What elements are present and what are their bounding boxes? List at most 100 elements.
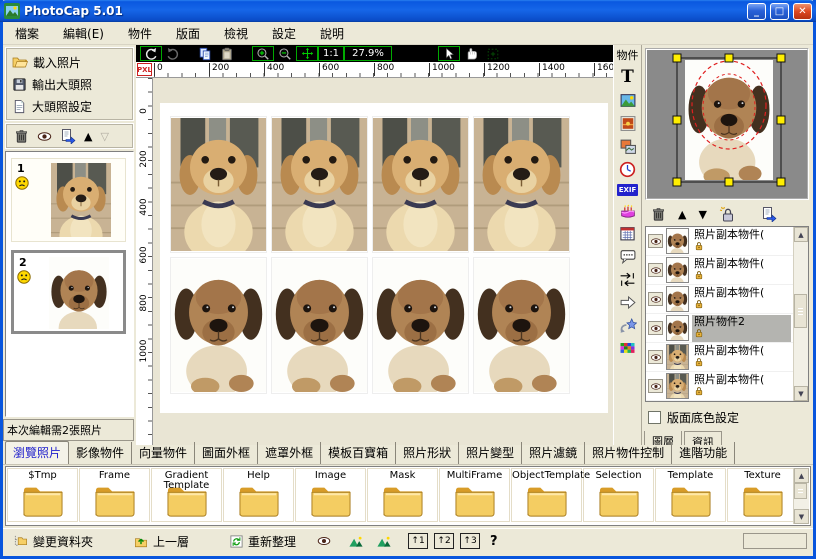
tab-image-objects[interactable]: 影像物件 — [69, 442, 132, 464]
zoom-level-value[interactable]: 27.9% — [344, 46, 392, 61]
tab-picture-frames[interactable]: 圖面外框 — [195, 442, 258, 464]
folder-multiframe[interactable]: MultiFrame — [439, 468, 510, 522]
layer-visibility-toggle[interactable] — [648, 234, 663, 248]
photo-item-2-selected[interactable]: 2 — [11, 250, 126, 334]
text-tool-button[interactable]: T — [621, 69, 634, 86]
zoom-out-button[interactable] — [274, 46, 296, 61]
duplicate-layer-icon[interactable] — [761, 206, 777, 222]
folder-help[interactable]: Help — [223, 468, 294, 522]
export-idphoto-button[interactable]: 輸出大頭照 — [10, 73, 129, 95]
photo-thumbnail[interactable] — [49, 257, 109, 329]
canvas-photo-object[interactable] — [473, 257, 570, 394]
calendar-tool[interactable] — [619, 225, 636, 242]
canvas-photo-object[interactable] — [372, 116, 469, 253]
tab-advanced[interactable]: 進階功能 — [672, 442, 735, 464]
undo-button[interactable] — [140, 46, 162, 61]
minimize-button[interactable]: _ — [747, 3, 766, 20]
layers-scrollbar[interactable]: ▲ ▼ — [793, 227, 808, 401]
scroll-up-arrow[interactable]: ▲ — [794, 468, 809, 483]
mosaic-tool[interactable] — [619, 340, 636, 356]
select-tool-button[interactable] — [438, 46, 460, 61]
load-photos-button[interactable]: 載入照片 — [10, 51, 129, 73]
sort-2-button[interactable]: ↑2 — [434, 533, 454, 549]
folder-image[interactable]: Image — [295, 468, 366, 522]
maximize-button[interactable]: □ — [770, 3, 789, 20]
clock-tool[interactable] — [619, 161, 636, 178]
layer-row[interactable]: 照片副本物件( — [646, 256, 793, 285]
scroll-down-arrow[interactable]: ▼ — [794, 509, 809, 524]
star-shape-tool[interactable] — [619, 317, 637, 334]
layer-row-selected[interactable]: 照片物件2 — [646, 314, 793, 343]
tab-photo-shapes[interactable]: 照片形狀 — [396, 442, 459, 464]
visibility-eye-icon[interactable] — [37, 129, 52, 144]
tab-photo-filters[interactable]: 照片濾鏡 — [522, 442, 585, 464]
dimension-arrows-tool[interactable] — [619, 271, 636, 288]
selection-overlay[interactable] — [647, 50, 807, 198]
photo-item-1[interactable]: 1 — [11, 158, 126, 242]
layer-up-icon[interactable]: ▲ — [678, 209, 686, 220]
folder-texture[interactable]: Texture — [727, 468, 793, 522]
menu-edit[interactable]: 編輯(E) — [51, 22, 116, 45]
layer-down-icon[interactable]: ▼ — [698, 209, 706, 220]
change-folder-button[interactable]: 變更資料夾 — [9, 532, 97, 551]
photo-object-tool[interactable] — [619, 115, 637, 132]
layer-row[interactable]: 照片副本物件( — [646, 372, 793, 401]
canvas-photo-object[interactable] — [473, 116, 570, 253]
exif-tool[interactable]: EXIF — [617, 184, 639, 196]
menu-view[interactable]: 檢視 — [212, 22, 260, 45]
tab-vector-objects[interactable]: 向量物件 — [132, 442, 195, 464]
zoom-fit-button[interactable] — [296, 46, 318, 61]
duplicate-photo-icon[interactable] — [60, 128, 76, 144]
idphoto-settings-button[interactable]: 大頭照設定 — [10, 95, 129, 117]
speech-bubble-tool[interactable] — [619, 248, 637, 265]
layer-row[interactable]: 照片副本物件( — [646, 227, 793, 256]
layer-row[interactable]: 照片副本物件( — [646, 285, 793, 314]
tab-browse-photos[interactable]: 瀏覽照片 — [5, 441, 69, 464]
layer-row[interactable]: 照片副本物件( — [646, 343, 793, 372]
folder-selection[interactable]: Selection — [583, 468, 654, 522]
layer-visibility-toggle[interactable] — [648, 350, 663, 364]
layout-bg-setting[interactable]: 版面底色設定 — [648, 409, 739, 426]
canvas-area[interactable] — [153, 78, 613, 445]
up-one-level-button[interactable]: 上一層 — [129, 532, 193, 551]
zoom-1to1-button[interactable]: 1:1 — [318, 46, 344, 61]
pan-hand-tool-button[interactable] — [460, 46, 482, 61]
folder-frame[interactable]: Frame — [79, 468, 150, 522]
canvas-photo-object[interactable] — [271, 116, 368, 253]
layer-visibility-toggle[interactable] — [648, 379, 663, 393]
delete-layer-icon[interactable] — [651, 207, 666, 222]
help-button[interactable]: ? — [486, 534, 502, 549]
canvas-photo-object[interactable] — [170, 116, 267, 253]
bg-color-checkbox[interactable] — [648, 411, 661, 424]
menu-layout[interactable]: 版面 — [164, 22, 212, 45]
canvas-photo-object[interactable] — [170, 257, 267, 394]
photo-copies-tool[interactable] — [619, 138, 637, 155]
zoom-in-button[interactable] — [252, 46, 274, 61]
preview-eye-icon[interactable] — [316, 534, 332, 548]
folder-tmp[interactable]: $Tmp — [7, 468, 78, 522]
layer-visibility-toggle[interactable] — [648, 263, 663, 277]
refresh-button[interactable]: 重新整理 — [225, 532, 300, 551]
folder-mask[interactable]: Mask — [367, 468, 438, 522]
arrow-shape-tool[interactable] — [619, 294, 637, 311]
layout-page[interactable] — [160, 103, 608, 413]
ruler-unit-label[interactable]: PXL — [137, 63, 152, 76]
move-up-icon[interactable]: ▲ — [84, 131, 92, 142]
folder-scrollbar[interactable]: ▲ ▼ — [793, 468, 809, 524]
canvas-photo-object[interactable] — [372, 257, 469, 394]
menu-help[interactable]: 說明 — [308, 22, 356, 45]
layer-visibility-toggle[interactable] — [648, 321, 663, 335]
tab-mask-frames[interactable]: 遮罩外框 — [258, 442, 321, 464]
marquee-tool-button[interactable] — [482, 46, 504, 61]
layer-visibility-toggle[interactable] — [648, 292, 663, 306]
folder-objecttemplate[interactable]: ObjectTemplate — [511, 468, 582, 522]
birthday-cake-tool[interactable] — [619, 202, 637, 219]
menu-file[interactable]: 檔案 — [3, 22, 51, 45]
tab-template-box[interactable]: 模板百寶箱 — [321, 442, 396, 464]
scrollbar-thumb[interactable] — [794, 483, 807, 499]
copy-button[interactable] — [194, 46, 216, 61]
title-bar[interactable]: PhotoCap 5.01 _ □ ✕ — [0, 0, 816, 22]
redo-button[interactable] — [162, 46, 184, 61]
sort-1-button[interactable]: ↑1 — [408, 533, 428, 549]
close-button[interactable]: ✕ — [793, 3, 812, 20]
